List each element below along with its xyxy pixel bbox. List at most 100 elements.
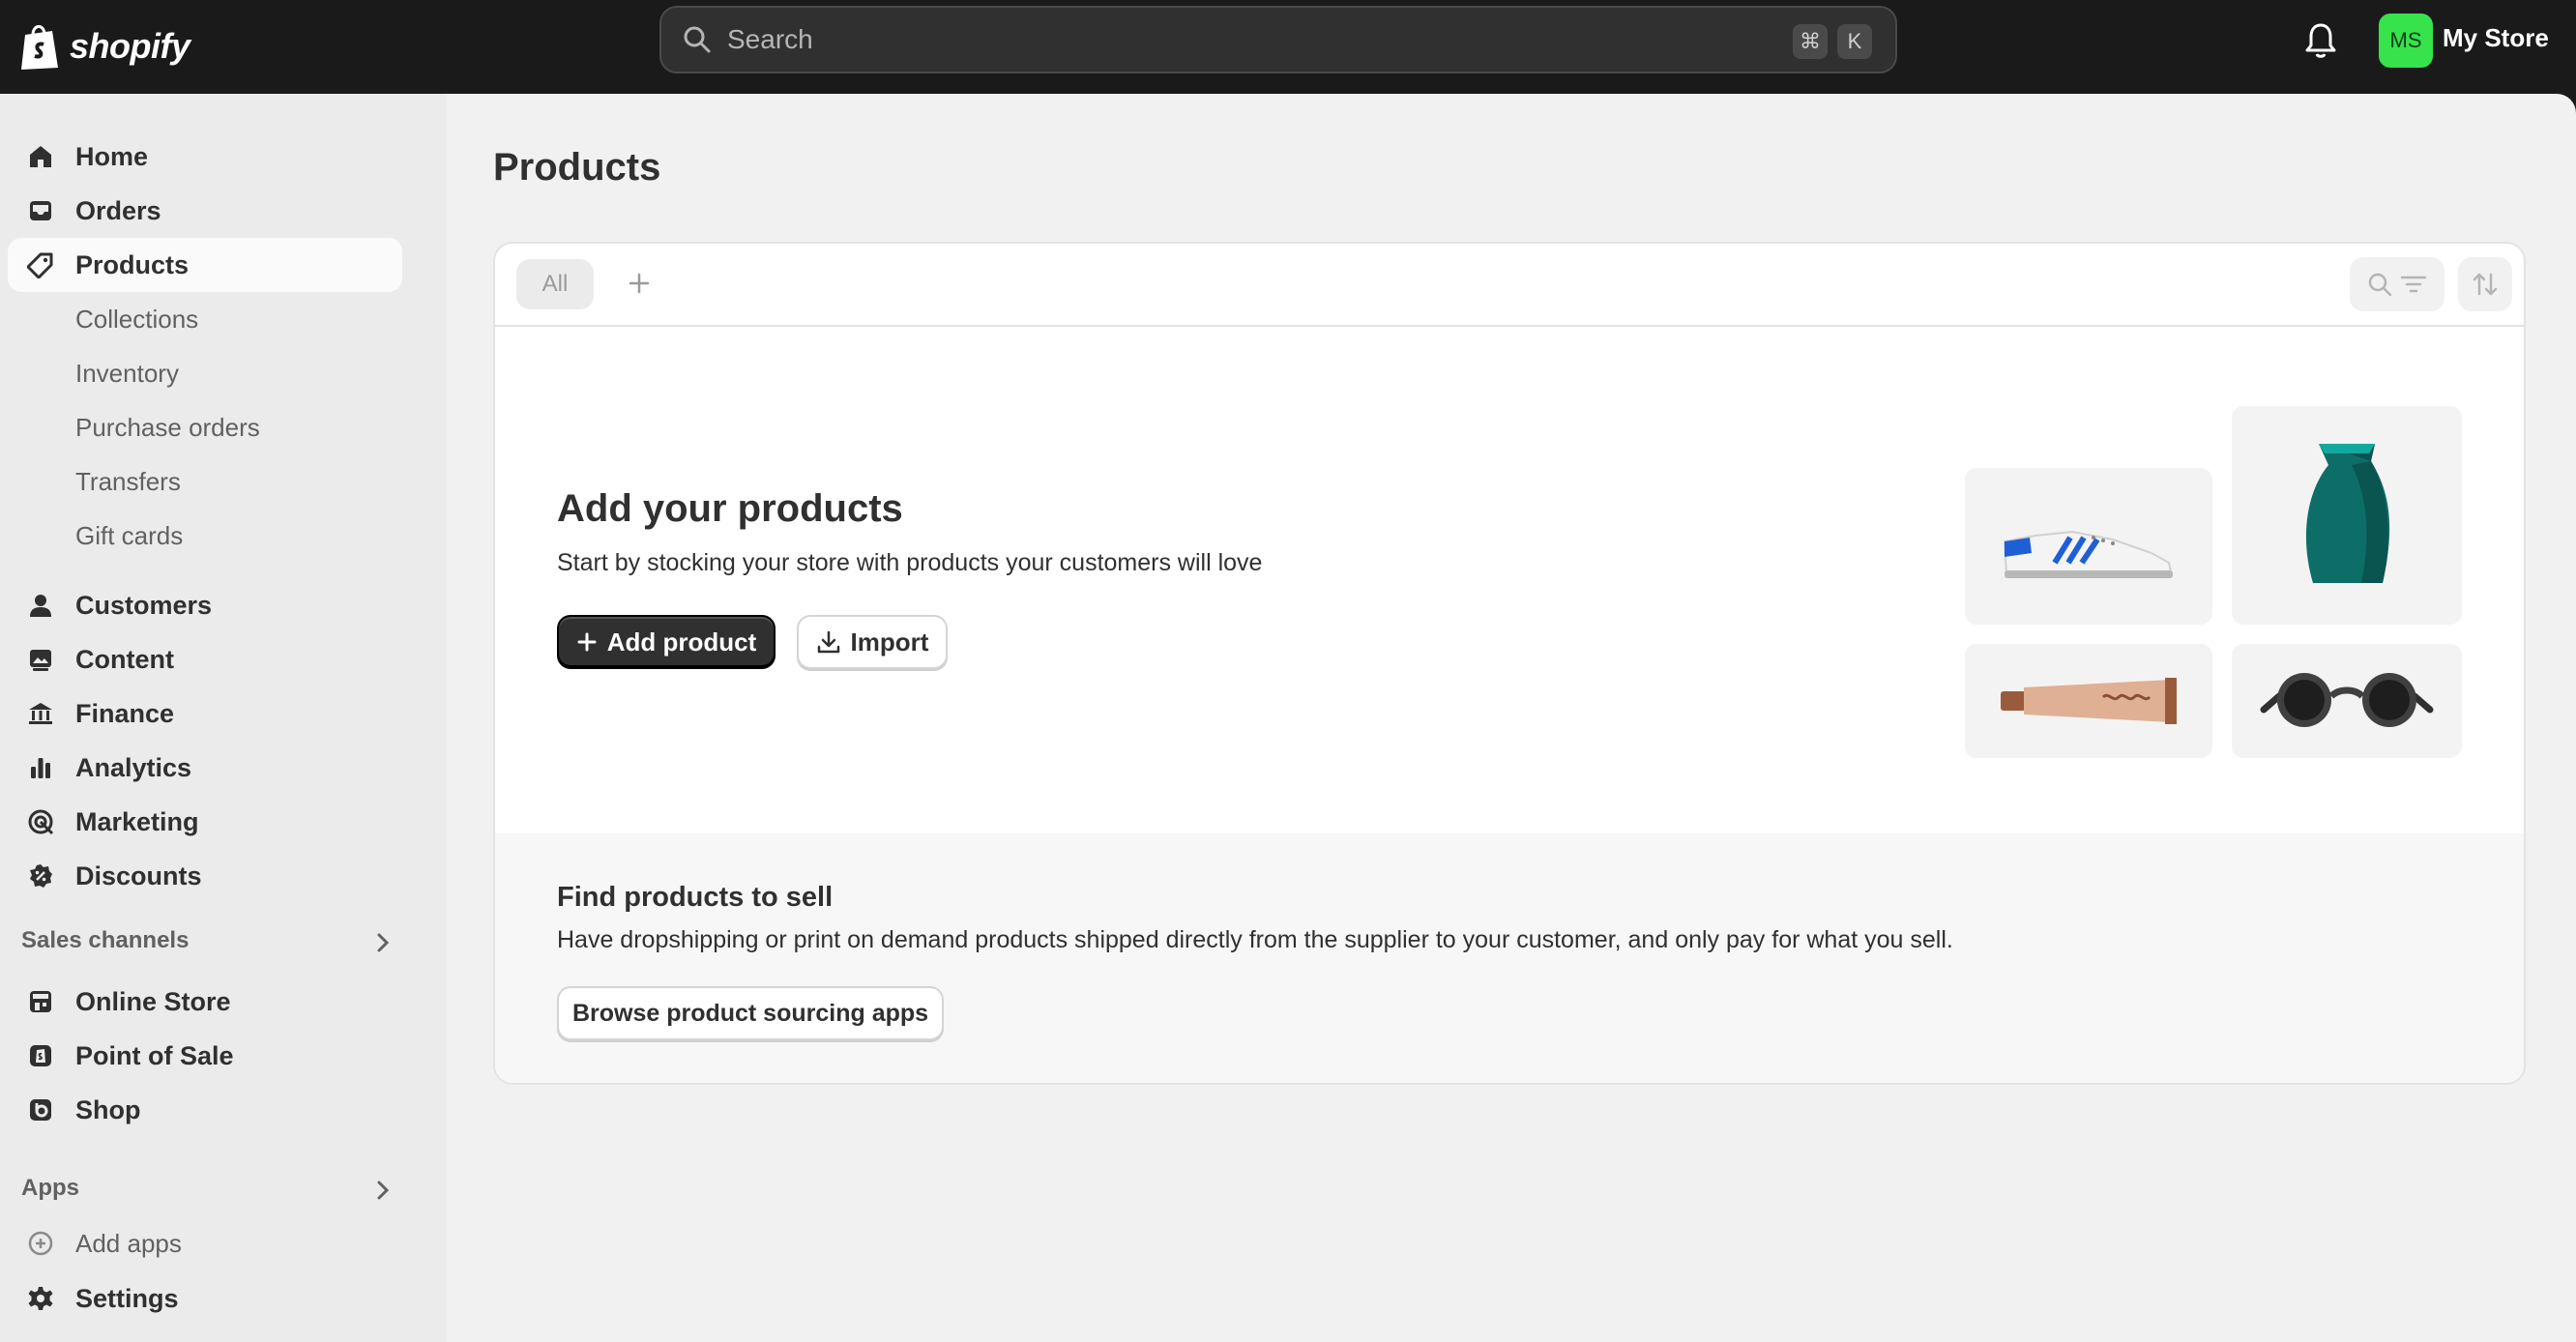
sidebar-item-point-of-sale[interactable]: Point of Sale	[8, 1029, 402, 1083]
sidebar-item-orders[interactable]: Orders	[8, 184, 402, 238]
shopify-logo[interactable]: shopify	[19, 15, 190, 77]
shopify-bag-icon	[21, 25, 58, 70]
section-title: Apps	[21, 1175, 79, 1201]
sidebar-subitem-inventory[interactable]: Inventory	[8, 346, 402, 400]
sidebar-item-finance[interactable]: Finance	[8, 686, 402, 741]
sidebar-subitem-label: Transfers	[75, 466, 181, 496]
sidebar-item-content[interactable]: Content	[8, 632, 402, 686]
bank-icon	[25, 698, 56, 729]
store-name[interactable]: My Store	[2443, 23, 2549, 53]
sidebar-item-label: Online Store	[75, 986, 231, 1016]
storefront-icon	[25, 986, 56, 1017]
person-icon	[25, 590, 56, 621]
sidebar-item-label: Shop	[75, 1094, 141, 1124]
bar-chart-icon	[25, 752, 56, 783]
sort-button[interactable]	[2458, 257, 2512, 311]
find-products-section: Find products to sell Have dropshipping …	[495, 833, 2524, 1083]
search-input[interactable]	[727, 24, 1694, 55]
main-content: Products All Add your products Start by …	[447, 94, 2576, 1342]
import-button[interactable]: Import	[797, 615, 948, 669]
sort-icon	[2473, 273, 2498, 296]
section-title: Sales channels	[21, 927, 190, 953]
add-view-button[interactable]	[619, 263, 659, 304]
top-bar: shopify ⌘ K MS My Store	[0, 0, 2576, 94]
sidebar-item-label: Settings	[75, 1283, 179, 1313]
home-icon	[25, 141, 56, 172]
store-avatar[interactable]: MS	[2379, 14, 2433, 68]
tube-icon	[2001, 678, 2177, 724]
download-icon	[817, 630, 839, 654]
chevron-right-icon	[377, 1181, 390, 1200]
brand-name: shopify	[70, 26, 190, 66]
shortcut-key-cmd: ⌘	[1793, 24, 1828, 59]
plus-icon	[577, 632, 597, 652]
sunglasses-illustration	[2232, 644, 2462, 758]
add-product-label: Add product	[606, 627, 757, 656]
sunglasses-icon	[2260, 673, 2434, 727]
sidebar-item-label: Orders	[75, 195, 161, 225]
sidebar-subitem-label: Purchase orders	[75, 412, 260, 442]
chevron-right-icon	[377, 933, 390, 952]
vase-illustration	[2232, 406, 2462, 625]
search-icon	[684, 26, 711, 53]
target-icon	[25, 806, 56, 837]
sidebar-item-home[interactable]: Home	[8, 130, 402, 184]
discount-icon	[25, 861, 56, 891]
products-card: All Add your products Start by stocking …	[493, 242, 2526, 1085]
shortcut-key-k: K	[1837, 24, 1872, 59]
add-product-button[interactable]: Add product	[557, 615, 776, 669]
find-products-title: Find products to sell	[557, 882, 834, 913]
inbox-icon	[25, 195, 56, 226]
sidebar-item-shop[interactable]: Shop	[8, 1083, 402, 1137]
empty-state-title: Add your products	[557, 487, 903, 530]
sneaker-icon	[2003, 530, 2173, 578]
sidebar-item-products[interactable]: Products	[8, 238, 402, 292]
sidebar-item-label: Analytics	[75, 752, 192, 782]
sidebar-subitem-purchase-orders[interactable]: Purchase orders	[8, 400, 402, 454]
sneaker-illustration	[1965, 468, 2212, 625]
sidebar-subitem-label: Inventory	[75, 358, 179, 388]
sidebar-item-label: Point of Sale	[75, 1040, 234, 1070]
import-label: Import	[850, 627, 929, 656]
sidebar-item-discounts[interactable]: Discounts	[8, 849, 402, 903]
plus-circle-icon	[25, 1228, 56, 1259]
sidebar: Home Orders Products Collections Invento…	[0, 94, 447, 1342]
find-products-subtitle: Have dropshipping or print on demand pro…	[557, 926, 1953, 953]
sidebar-subitem-collections[interactable]: Collections	[8, 292, 402, 346]
sidebar-item-label: Discounts	[75, 861, 202, 890]
search-filter-button[interactable]	[2350, 257, 2444, 311]
sidebar-item-add-apps[interactable]: Add apps	[8, 1216, 402, 1270]
tag-icon	[25, 249, 56, 280]
global-search[interactable]: ⌘ K	[659, 6, 1897, 73]
sidebar-item-label: Finance	[75, 698, 175, 728]
browse-sourcing-apps-button[interactable]: Browse product sourcing apps	[557, 986, 944, 1040]
plus-icon	[629, 273, 650, 294]
page-title: Products	[493, 146, 661, 189]
gear-icon	[25, 1283, 56, 1314]
sidebar-item-marketing[interactable]: Marketing	[8, 795, 402, 849]
sidebar-item-label: Add apps	[75, 1228, 182, 1258]
vase-icon	[2305, 444, 2390, 583]
cream-tube-illustration	[1965, 644, 2212, 758]
image-icon	[25, 644, 56, 675]
search-icon	[2368, 273, 2392, 297]
shop-icon	[25, 1094, 56, 1125]
sidebar-subitem-transfers[interactable]: Transfers	[8, 454, 402, 509]
sidebar-item-label: Content	[75, 644, 174, 674]
empty-state-subtitle: Start by stocking your store with produc…	[557, 549, 1263, 576]
tab-all[interactable]: All	[516, 259, 594, 309]
sidebar-item-analytics[interactable]: Analytics	[8, 741, 402, 795]
pos-icon	[25, 1040, 56, 1071]
sidebar-item-customers[interactable]: Customers	[8, 578, 402, 632]
filter-icon	[2400, 276, 2427, 293]
products-toolbar: All	[495, 244, 2524, 327]
sidebar-item-label: Marketing	[75, 806, 199, 836]
sidebar-item-label: Customers	[75, 590, 213, 620]
sidebar-item-online-store[interactable]: Online Store	[8, 975, 402, 1029]
sidebar-subitem-gift-cards[interactable]: Gift cards	[8, 509, 402, 563]
sidebar-item-settings[interactable]: Settings	[8, 1271, 402, 1326]
sidebar-item-label: Products	[75, 249, 190, 279]
sidebar-subitem-label: Gift cards	[75, 520, 184, 550]
sidebar-subitem-label: Collections	[75, 304, 199, 334]
notifications-bell-icon[interactable]	[2303, 21, 2338, 60]
